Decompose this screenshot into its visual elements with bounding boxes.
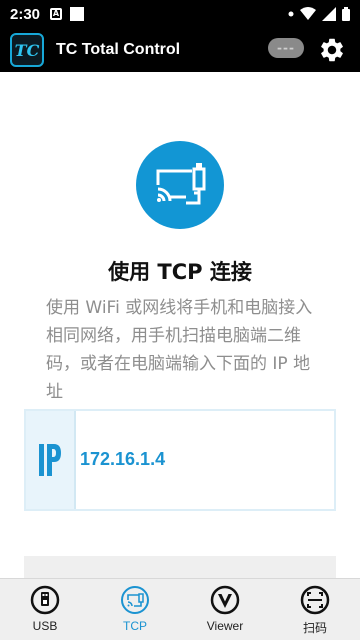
nav-label-viewer: Viewer [206, 619, 244, 633]
nav-label-tcp: TCP [123, 619, 147, 633]
wifi-icon [300, 7, 316, 20]
battery-icon [342, 7, 350, 21]
nav-item-scan[interactable]: 扫码 [270, 579, 360, 640]
connection-toggle[interactable]: --- [268, 38, 304, 58]
nav-item-usb[interactable]: USB [0, 579, 90, 640]
status-icons [288, 7, 350, 21]
tcp-content: 使用 TCP 连接 使用 WiFi 或网线将手机和电脑接入相同网络，用手机扫描电… [0, 72, 360, 586]
nav-label-usb: USB [32, 619, 58, 633]
a-notification-icon: A [50, 8, 63, 20]
status-bar: 2:30 A [0, 0, 360, 28]
cast-network-icon [156, 163, 206, 205]
ip-label-icon [39, 444, 61, 476]
app-bar: TC TC Total Control --- [0, 28, 360, 72]
viewer-icon [210, 585, 240, 615]
tcp-heading: 使用 TCP 连接 [108, 260, 252, 284]
tcp-icon [121, 586, 149, 614]
ip-label-box: IP [26, 411, 76, 509]
signal-icon [322, 7, 336, 21]
ip-address-value: 172.16.1.4 [80, 449, 166, 469]
bottom-nav: USB TCP Viewer 扫码 [0, 578, 360, 640]
tcp-badge [136, 141, 224, 229]
app-title: TC Total Control [56, 41, 181, 58]
status-time: 2:30 [10, 5, 41, 23]
screen: 2:30 A TC TC Total Control --- 使用 TCP 连接… [0, 0, 360, 640]
dot-icon [288, 11, 294, 17]
nav-item-viewer[interactable]: Viewer [180, 579, 270, 640]
gear-icon[interactable] [318, 36, 346, 64]
usb-icon [30, 585, 60, 615]
nav-label-scan: 扫码 [302, 621, 327, 635]
square-notification-icon [70, 7, 85, 21]
nav-item-tcp[interactable]: TCP [90, 579, 180, 640]
scan-icon [300, 585, 330, 615]
tcp-description: 使用 WiFi 或网线将手机和电脑接入相同网络，用手机扫描电脑端二维码，或者在电… [46, 298, 313, 402]
ip-address-card[interactable]: IP 172.16.1.4 [24, 409, 336, 511]
app-logo: TC [10, 33, 44, 67]
